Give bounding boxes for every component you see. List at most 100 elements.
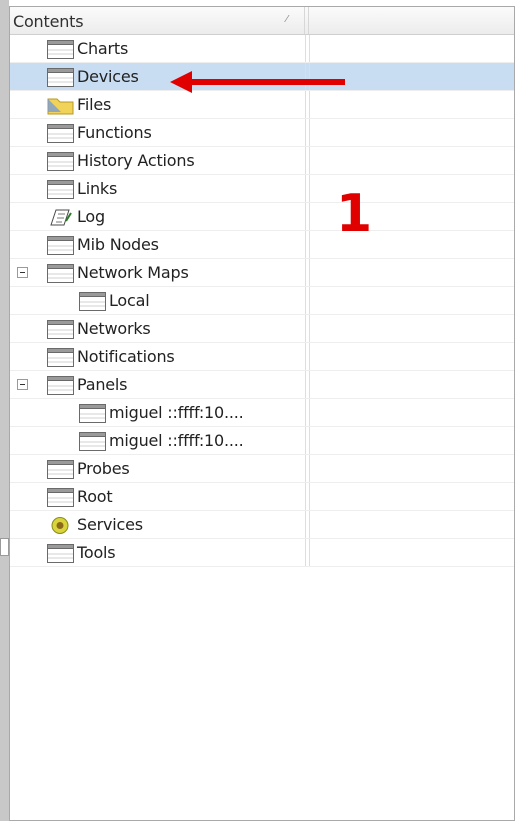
column-divider — [309, 259, 310, 287]
header-column-empty[interactable] — [309, 7, 514, 34]
column-divider — [305, 427, 306, 455]
table-icon — [79, 404, 106, 423]
tree-item-links[interactable]: Links — [10, 175, 514, 203]
table-icon — [47, 40, 74, 59]
table-icon — [47, 376, 74, 395]
column-divider — [305, 119, 306, 147]
table-icon — [47, 152, 74, 171]
tree-item-label: Log — [77, 207, 105, 226]
column-divider — [305, 483, 306, 511]
tree-item-label: Root — [77, 487, 113, 506]
tree-item-label: Tools — [77, 543, 116, 562]
tree-item-notifications[interactable]: Notifications — [10, 343, 514, 371]
column-divider — [305, 343, 306, 371]
table-icon — [79, 432, 106, 451]
tree-item-label: Networks — [77, 319, 151, 338]
contents-window: Contents ⁄ Charts Devices Files Functions Hi… — [0, 0, 515, 821]
tree-item-label: Devices — [77, 67, 139, 86]
column-divider — [309, 315, 310, 343]
tree-item-label: miguel ::ffff:10.... — [109, 431, 244, 450]
tree-item-functions[interactable]: Functions — [10, 119, 514, 147]
column-divider — [305, 455, 306, 483]
annotation-number: 1 — [336, 184, 373, 244]
column-divider — [309, 91, 310, 119]
tree-item-panels[interactable]: Panels — [10, 371, 514, 399]
tree-item-label: Files — [77, 95, 112, 114]
tree-item-history-actions[interactable]: History Actions — [10, 147, 514, 175]
column-divider — [309, 371, 310, 399]
tree-item-root[interactable]: Root — [10, 483, 514, 511]
tree-item-miguel-ffff-10[interactable]: miguel ::ffff:10.... — [10, 427, 514, 455]
tree-item-label: Links — [77, 179, 118, 198]
table-icon — [79, 292, 106, 311]
table-icon — [47, 348, 74, 367]
column-divider — [305, 315, 306, 343]
tree-item-label: miguel ::ffff:10.... — [109, 403, 244, 422]
table-icon — [47, 460, 74, 479]
tree-item-network-maps[interactable]: Network Maps — [10, 259, 514, 287]
column-divider — [305, 539, 306, 567]
services-icon — [47, 516, 74, 535]
table-icon — [47, 68, 74, 87]
column-divider — [309, 147, 310, 175]
tree-item-label: Charts — [77, 39, 129, 58]
column-divider — [309, 455, 310, 483]
column-divider — [305, 287, 306, 315]
column-divider — [305, 91, 306, 119]
left-splitter[interactable] — [0, 0, 9, 821]
column-divider — [305, 259, 306, 287]
column-divider — [309, 483, 310, 511]
tree-item-files[interactable]: Files — [10, 91, 514, 119]
table-icon — [47, 488, 74, 507]
splitter-handle[interactable] — [0, 538, 9, 556]
annotation-arrow-head — [170, 71, 192, 93]
table-icon — [47, 124, 74, 143]
annotation-arrow — [170, 71, 345, 93]
tree-item-mib-nodes[interactable]: Mib Nodes — [10, 231, 514, 259]
column-divider — [305, 511, 306, 539]
column-divider — [309, 203, 310, 231]
tree-item-label: Local — [109, 291, 150, 310]
table-icon — [47, 236, 74, 255]
column-divider — [305, 175, 306, 203]
collapse-toggle-icon[interactable] — [17, 267, 28, 278]
table-icon — [47, 544, 74, 563]
tree-item-local[interactable]: Local — [10, 287, 514, 315]
column-divider — [309, 343, 310, 371]
sort-indicator-icon: ⁄ — [286, 14, 288, 25]
tree-item-services[interactable]: Services — [10, 511, 514, 539]
column-divider — [309, 287, 310, 315]
column-divider — [305, 231, 306, 259]
log-icon — [47, 208, 74, 227]
row-separator — [10, 566, 514, 567]
table-icon — [47, 264, 74, 283]
tree-item-label: Probes — [77, 459, 130, 478]
column-divider — [305, 203, 306, 231]
tree-item-label: Panels — [77, 375, 128, 394]
tree-item-log[interactable]: Log — [10, 203, 514, 231]
column-divider — [309, 511, 310, 539]
column-divider — [305, 35, 306, 63]
column-divider — [309, 427, 310, 455]
column-divider — [309, 399, 310, 427]
collapse-toggle-icon[interactable] — [17, 379, 28, 390]
tree-item-label: History Actions — [77, 151, 195, 170]
tree-item-label: Functions — [77, 123, 152, 142]
tree-item-miguel-ffff-10[interactable]: miguel ::ffff:10.... — [10, 399, 514, 427]
annotation-arrow-shaft — [190, 79, 345, 85]
table-icon — [47, 180, 74, 199]
tree-item-networks[interactable]: Networks — [10, 315, 514, 343]
tree-item-probes[interactable]: Probes — [10, 455, 514, 483]
column-divider — [309, 175, 310, 203]
tree-item-label: Mib Nodes — [77, 235, 159, 254]
tree-item-tools[interactable]: Tools — [10, 539, 514, 567]
table-icon — [47, 320, 74, 339]
tree-item-label: Notifications — [77, 347, 175, 366]
column-divider — [305, 371, 306, 399]
tree-item-charts[interactable]: Charts — [10, 35, 514, 63]
header-column-contents[interactable]: Contents ⁄ — [10, 7, 305, 34]
column-header: Contents ⁄ — [10, 7, 514, 35]
column-divider — [309, 539, 310, 567]
column-divider — [309, 231, 310, 259]
tree-item-label: Services — [77, 515, 143, 534]
